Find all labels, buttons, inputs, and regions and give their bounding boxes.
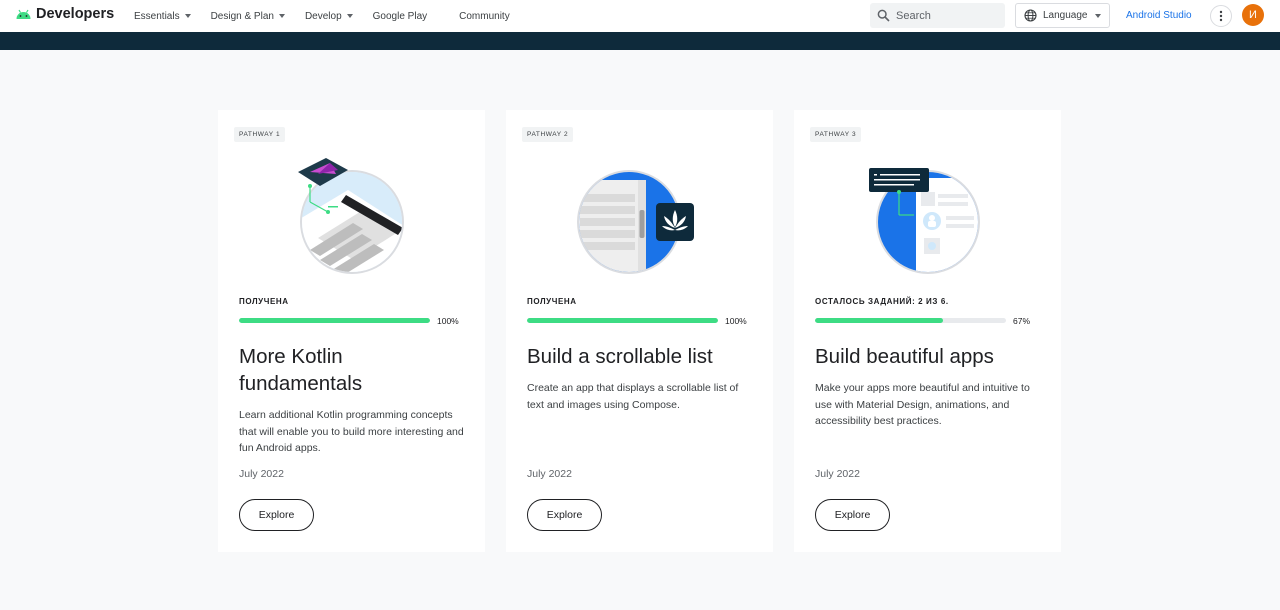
user-avatar[interactable]: И bbox=[1242, 4, 1264, 26]
progress-bar bbox=[527, 318, 718, 323]
progress-fill bbox=[239, 318, 430, 323]
more-options-button[interactable] bbox=[1210, 5, 1232, 27]
android-studio-link[interactable]: Android Studio bbox=[1126, 10, 1192, 21]
nav-community[interactable]: Community bbox=[459, 11, 510, 22]
main-nav: Essentials Design & Plan Develop Google … bbox=[134, 0, 530, 32]
scrollable-list-illustration-icon bbox=[577, 170, 694, 274]
pathway-description: Make your apps more beautiful and intuit… bbox=[815, 382, 1030, 427]
completion-status: ПОЛУЧЕНА bbox=[239, 297, 289, 306]
search-box[interactable] bbox=[870, 3, 1005, 28]
search-input[interactable] bbox=[896, 9, 996, 22]
caret-down-icon bbox=[278, 14, 285, 18]
progress-fill bbox=[527, 318, 718, 323]
pathway-description: Learn additional Kotlin programming conc… bbox=[239, 409, 464, 454]
nav-google-play-label: Google Play bbox=[372, 10, 428, 22]
pathway-description: Create an app that displays a scrollable… bbox=[527, 382, 739, 411]
pathway-card-3: PATHWAY 3 ОСТАЛОСЬ ЗАДАНИЙ: 2 ИЗ 6. 67% … bbox=[794, 110, 1061, 552]
nav-essentials[interactable]: Essentials bbox=[134, 11, 191, 22]
pathway-title: Build a scrollable list bbox=[527, 345, 713, 368]
kotlin-illustration-icon bbox=[298, 158, 404, 274]
developers-logo[interactable]: Developers bbox=[15, 6, 114, 22]
globe-icon bbox=[1024, 9, 1037, 22]
language-label: Language bbox=[1043, 10, 1088, 21]
android-icon bbox=[16, 9, 31, 19]
nav-essentials-label: Essentials bbox=[134, 10, 180, 22]
brand-name: Developers bbox=[36, 6, 115, 22]
pathway-title: Build beautiful apps bbox=[815, 345, 994, 368]
nav-community-label: Community bbox=[459, 10, 510, 22]
explore-button[interactable]: Explore bbox=[527, 499, 602, 531]
progress-bar bbox=[815, 318, 1006, 323]
progress-percent: 100% bbox=[437, 316, 459, 326]
pathway-chip: PATHWAY 1 bbox=[234, 127, 286, 142]
language-selector[interactable]: Language bbox=[1015, 3, 1110, 28]
nav-design-plan[interactable]: Design & Plan bbox=[211, 11, 285, 22]
pathway-card-2: PATHWAY 2 ПОЛУЧЕНА 100% Build a scrollab… bbox=[506, 110, 773, 552]
pathway-card-1: PATHWAY 1 ПОЛУЧЕНА 100% More Kotlin fund… bbox=[218, 110, 485, 552]
progress-percent: 100% bbox=[725, 316, 747, 326]
nav-google-play[interactable]: Google Play bbox=[373, 11, 427, 22]
dark-banner-strip bbox=[0, 32, 1280, 50]
pathway-title: More Kotlin fundamentals bbox=[239, 345, 363, 395]
explore-button[interactable]: Explore bbox=[815, 499, 890, 531]
progress-fill bbox=[815, 318, 943, 323]
caret-down-icon bbox=[1094, 13, 1101, 18]
nav-develop[interactable]: Develop bbox=[305, 11, 353, 22]
explore-button[interactable]: Explore bbox=[239, 499, 314, 531]
pathway-chip: PATHWAY 3 bbox=[810, 127, 862, 142]
pathway-chip: PATHWAY 2 bbox=[522, 127, 574, 142]
search-icon bbox=[877, 9, 890, 22]
pathway-date: July 2022 bbox=[239, 468, 284, 480]
caret-down-icon bbox=[184, 14, 191, 18]
completion-status: ОСТАЛОСЬ ЗАДАНИЙ: 2 ИЗ 6. bbox=[815, 297, 949, 306]
completion-status: ПОЛУЧЕНА bbox=[527, 297, 577, 306]
nav-design-plan-label: Design & Plan bbox=[210, 10, 274, 22]
more-vert-icon bbox=[1219, 10, 1223, 22]
top-navigation-bar: Developers Essentials Design & Plan Deve… bbox=[0, 0, 1280, 32]
pathway-date: July 2022 bbox=[815, 468, 860, 480]
beautiful-apps-illustration-icon bbox=[869, 168, 980, 274]
nav-develop-label: Develop bbox=[304, 10, 342, 22]
caret-down-icon bbox=[346, 14, 353, 18]
progress-percent: 67% bbox=[1013, 316, 1031, 326]
pathway-date: July 2022 bbox=[527, 468, 572, 480]
progress-bar bbox=[239, 318, 430, 323]
